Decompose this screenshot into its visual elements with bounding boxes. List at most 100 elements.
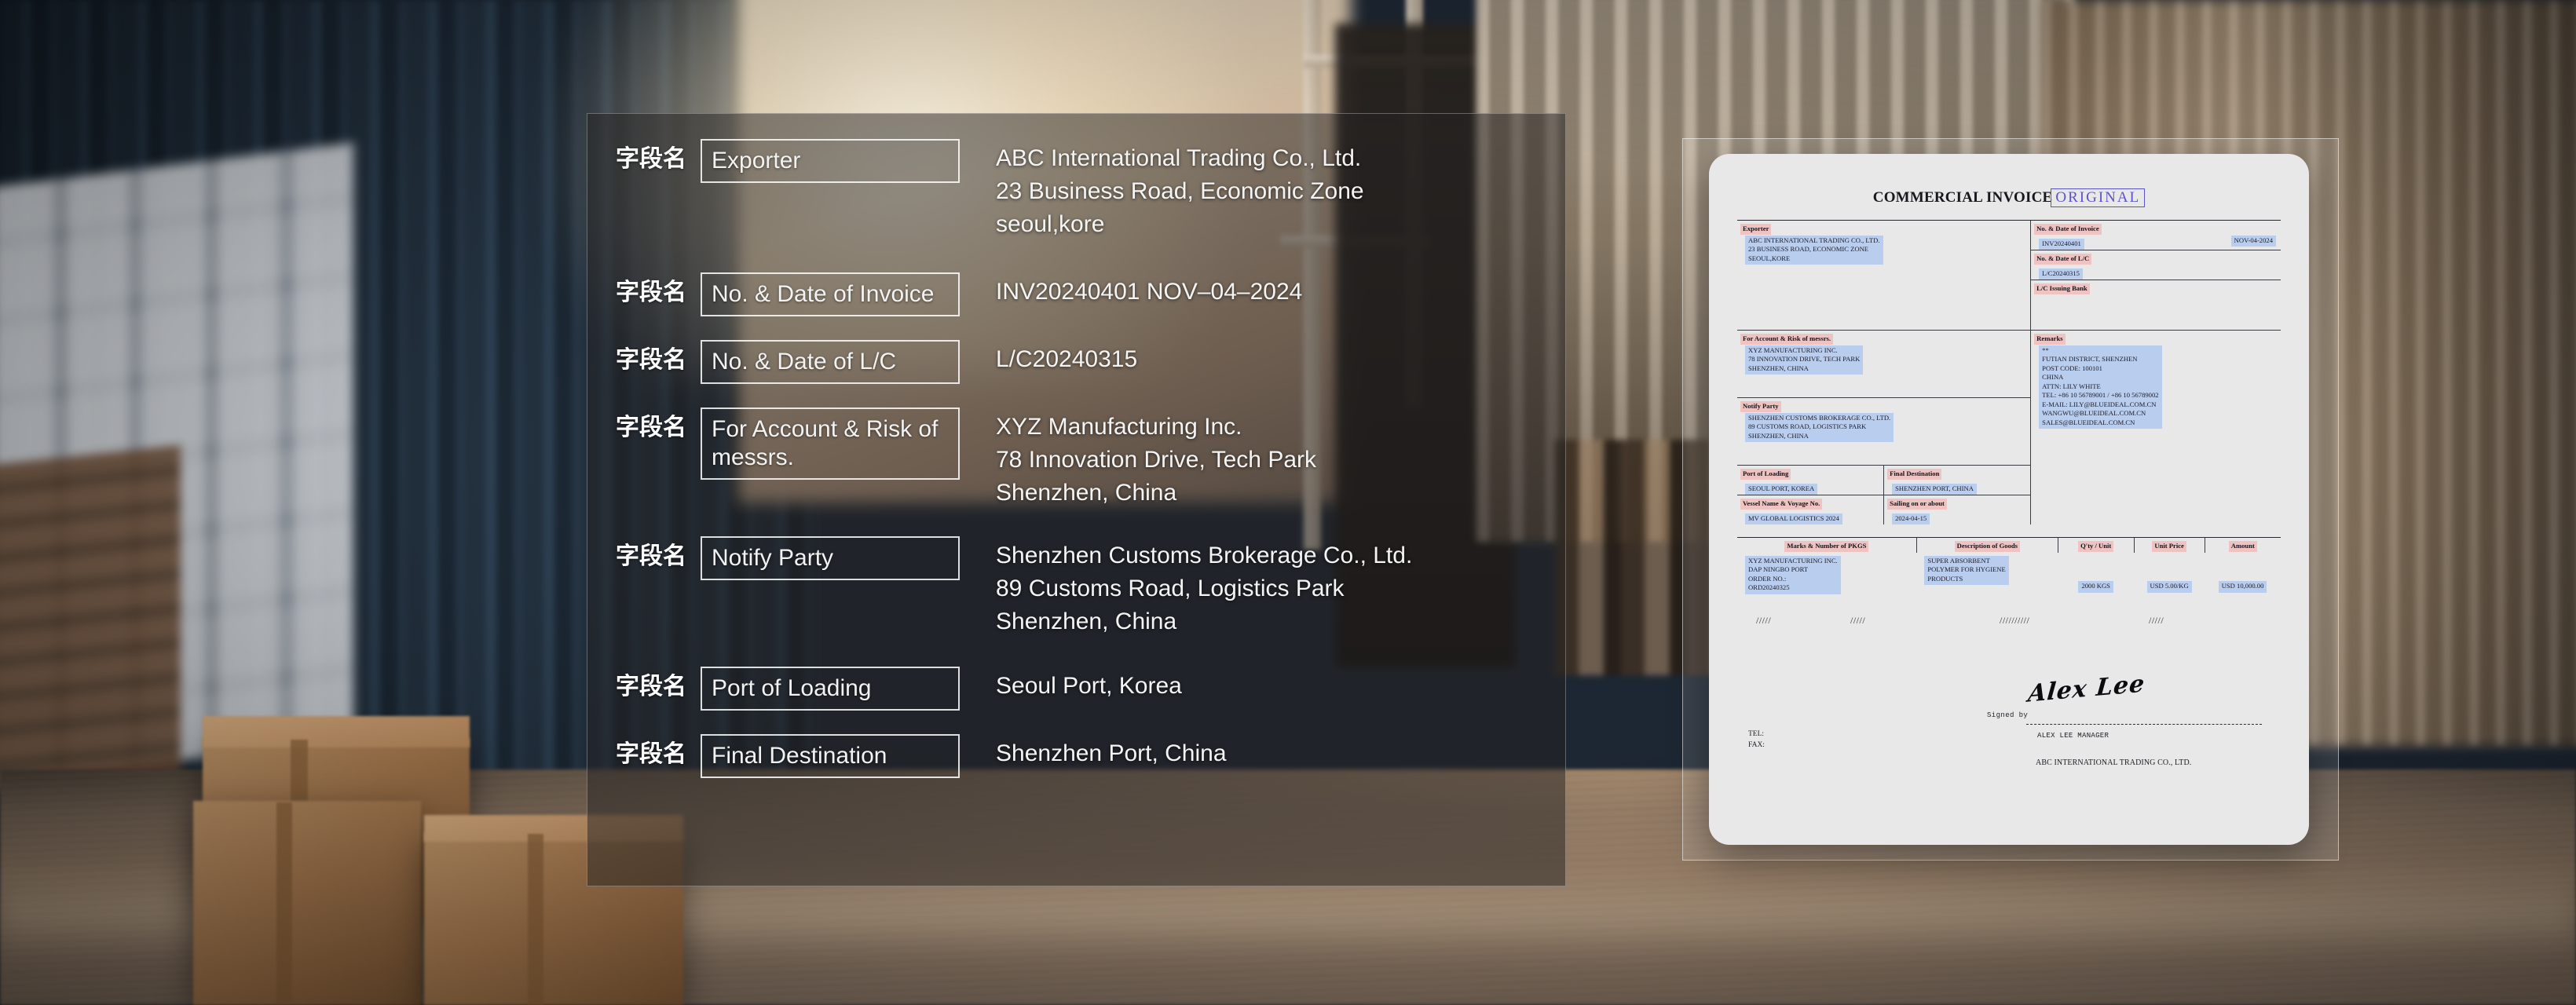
- field-name-input-notify-party[interactable]: Notify Party: [701, 536, 960, 580]
- signer-company: ABC INTERNATIONAL TRADING CO., LTD.: [2036, 758, 2192, 767]
- signature-divider: [2026, 723, 2262, 725]
- invoice-cell-notify-party: Notify Party SHENZHEN CUSTOMS BROKERAGE …: [1737, 397, 2031, 466]
- fax-label: FAX:: [1748, 740, 1765, 749]
- invoice-cell-exporter: Exporter ABC INTERNATIONAL TRADING CO., …: [1737, 220, 2031, 331]
- goods-value-qty: 2000 KGS: [2078, 581, 2113, 593]
- goods-value-marks: XYZ MANUFACTURING INC. DAP NINGBO PORT O…: [1745, 555, 1841, 594]
- field-row-lc-no[interactable]: 字段名 No. & Date of L/C L/C20240315: [616, 340, 1565, 384]
- field-name-input-account-risk[interactable]: For Account & Risk of messrs.: [701, 407, 960, 480]
- hatch-mark-3: //////////: [2000, 614, 2030, 626]
- goods-value-unit-price: USD 5.00/KG: [2146, 581, 2192, 593]
- invoice-content: COMMERCIAL INVOICE ORIGINAL Exporter ABC…: [1709, 154, 2309, 845]
- field-name-input-lc-no[interactable]: No. & Date of L/C: [701, 340, 960, 384]
- invoice-cell-lc-no: No. & Date of L/C L/C20240315: [2030, 250, 2281, 280]
- field-row-exporter[interactable]: 字段名 Exporter ABC International Trading C…: [616, 139, 1565, 241]
- original-stamp: ORIGINAL: [2051, 188, 2146, 207]
- field-value-account-risk: XYZ Manufacturing Inc. 78 Innovation Dri…: [996, 414, 1317, 506]
- goods-cell-marks: XYZ MANUFACTURING INC. DAP NINGBO PORT O…: [1737, 553, 1916, 594]
- invoice-contact-block: TEL: FAX:: [1748, 729, 1765, 751]
- goods-value-description: SUPER ABSORBENT POLYMER FOR HYGIENE PROD…: [1924, 555, 2009, 585]
- invoice-value-exporter: ABC INTERNATIONAL TRADING CO., LTD. 23 B…: [1745, 235, 1883, 265]
- invoice-value-sailing: 2024-04-15: [1892, 513, 1930, 524]
- goods-header-amount: Amount: [2204, 537, 2281, 553]
- invoice-cell-invoice-no: No. & Date of Invoice INV20240401 NOV-04…: [2030, 220, 2281, 250]
- hatch-mark-4: /////: [2149, 614, 2164, 626]
- goods-header-qty: Q'ty / Unit: [2057, 537, 2135, 553]
- invoice-cell-account-risk: For Account & Risk of messrs. XYZ MANUFA…: [1737, 330, 2031, 398]
- invoice-cell-vessel: Vessel Name & Voyage No. MV GLOBAL LOGIS…: [1737, 495, 1884, 524]
- goods-cell-unit-price: USD 5.00/KG: [2134, 553, 2205, 594]
- hatch-mark-1: /////: [1756, 614, 1772, 626]
- invoice-label-final-destination: Final Destination: [1887, 468, 1942, 480]
- field-row-invoice-no[interactable]: 字段名 No. & Date of Invoice INV20240401 NO…: [616, 272, 1565, 316]
- invoice-value-account-risk: XYZ MANUFACTURING INC. 78 INNOVATION DRI…: [1745, 345, 1864, 375]
- signer-role: ALEX LEE MANAGER: [2037, 731, 2109, 740]
- invoice-hatch-marks: ///// ///// ////////// /////: [1737, 594, 2281, 627]
- goods-table-row: XYZ MANUFACTURING INC. DAP NINGBO PORT O…: [1737, 553, 2281, 594]
- goods-cell-amount: USD 10,000.00: [2205, 553, 2281, 594]
- invoice-signature-zone: Alex Lee Signed by ALEX LEE MANAGER ABC …: [1737, 669, 2281, 787]
- field-name-input-exporter[interactable]: Exporter: [701, 139, 960, 183]
- invoice-label-invoice-no: No. & Date of Invoice: [2034, 223, 2102, 235]
- signed-by-label: Signed by: [1987, 711, 2029, 719]
- invoice-cell-ports: Port of Loading SEOUL PORT, KOREA Final …: [1737, 465, 2031, 524]
- field-value-invoice-no: INV20240401 NOV–04–2024: [996, 279, 1303, 305]
- invoice-title-row: COMMERCIAL INVOICE ORIGINAL: [1737, 182, 2281, 214]
- invoice-value-invoice-number: INV20240401: [2039, 238, 2084, 250]
- invoice-label-lc-no: No. & Date of L/C: [2034, 253, 2092, 265]
- invoice-ports-table: Port of Loading SEOUL PORT, KOREA Final …: [1737, 466, 2031, 524]
- field-label-cjk: 字段名: [616, 673, 686, 700]
- field-value-port-of-loading: Seoul Port, Korea: [996, 673, 1182, 699]
- invoice-label-notify-party: Notify Party: [1740, 400, 1781, 412]
- invoice-cell-final-destination: Final Destination SHENZHEN PORT, CHINA: [1883, 466, 2031, 495]
- goods-value-amount: USD 10,000.00: [2218, 581, 2267, 593]
- invoice-value-notify-party: SHENZHEN CUSTOMS BROKERAGE CO., LTD. 89 …: [1745, 412, 1894, 442]
- field-row-account-risk[interactable]: 字段名 For Account & Risk of messrs. XYZ Ma…: [616, 407, 1565, 510]
- invoice-goods-table: Marks & Number of PKGS Description of Go…: [1737, 537, 2281, 594]
- field-value-exporter: ABC International Trading Co., Ltd. 23 B…: [996, 145, 1364, 237]
- invoice-label-vessel: Vessel Name & Voyage No.: [1740, 498, 1823, 510]
- tel-label: TEL:: [1748, 729, 1765, 738]
- field-label-cjk: 字段名: [616, 279, 686, 306]
- field-mapping-panel: 字段名 Exporter ABC International Trading C…: [587, 113, 1566, 886]
- field-name-input-final-destination[interactable]: Final Destination: [701, 734, 960, 778]
- invoice-value-final-destination: SHENZHEN PORT, CHINA: [1892, 483, 1977, 495]
- invoice-label-sailing: Sailing on or about: [1887, 498, 1947, 510]
- field-label-cjk: 字段名: [616, 414, 686, 441]
- goods-header-description: Description of Goods: [1916, 537, 2058, 553]
- invoice-label-lc-bank: L/C Issuing Bank: [2034, 283, 2090, 294]
- invoice-cell-remarks: Remarks ** FUTIAN DISTRICT, SHENZHEN POS…: [2030, 330, 2281, 524]
- invoice-label-exporter: Exporter: [1740, 223, 1772, 235]
- field-name-input-invoice-no[interactable]: No. & Date of Invoice: [701, 272, 960, 316]
- field-value-notify-party: Shenzhen Customs Brokerage Co., Ltd. 89 …: [996, 543, 1413, 634]
- field-label-cjk: 字段名: [616, 740, 686, 768]
- goods-cell-qty: 2000 KGS: [2058, 553, 2134, 594]
- invoice-value-vessel: MV GLOBAL LOGISTICS 2024: [1745, 513, 1842, 524]
- goods-header-unit-price: Unit Price: [2133, 537, 2205, 553]
- field-label-cjk: 字段名: [616, 346, 686, 374]
- signature-handwriting: Alex Lee: [2026, 669, 2146, 708]
- invoice-header-table: Exporter ABC INTERNATIONAL TRADING CO., …: [1737, 220, 2281, 524]
- field-name-input-port-of-loading[interactable]: Port of Loading: [701, 667, 960, 711]
- field-value-lc-no: L/C20240315: [996, 346, 1138, 372]
- goods-cell-description: SUPER ABSORBENT POLYMER FOR HYGIENE PROD…: [1916, 553, 2058, 594]
- invoice-cell-port-of-loading: Port of Loading SEOUL PORT, KOREA: [1737, 466, 1884, 495]
- invoice-value-port-of-loading: SEOUL PORT, KOREA: [1745, 483, 1818, 495]
- field-row-final-destination[interactable]: 字段名 Final Destination Shenzhen Port, Chi…: [616, 734, 1565, 778]
- commercial-invoice-document[interactable]: COMMERCIAL INVOICE ORIGINAL Exporter ABC…: [1709, 154, 2309, 845]
- invoice-label-port-of-loading: Port of Loading: [1740, 468, 1791, 480]
- goods-header-marks: Marks & Number of PKGS: [1737, 537, 1917, 553]
- field-label-cjk: 字段名: [616, 145, 686, 173]
- invoice-cell-sailing: Sailing on or about 2024-04-15: [1883, 495, 2031, 524]
- invoice-cell-lc-bank: L/C Issuing Bank: [2030, 280, 2281, 331]
- field-value-final-destination: Shenzhen Port, China: [996, 740, 1227, 766]
- invoice-value-lc-no: L/C20240315: [2039, 268, 2083, 280]
- hatch-mark-2: /////: [1850, 614, 1866, 626]
- invoice-title: COMMERCIAL INVOICE: [1872, 189, 2053, 206]
- invoice-value-remarks: ** FUTIAN DISTRICT, SHENZHEN POST CODE: …: [2039, 345, 2162, 429]
- field-label-cjk: 字段名: [616, 543, 686, 570]
- invoice-label-account-risk: For Account & Risk of messrs.: [1740, 333, 1834, 345]
- field-row-notify-party[interactable]: 字段名 Notify Party Shenzhen Customs Broker…: [616, 536, 1565, 638]
- invoice-label-remarks: Remarks: [2034, 333, 2066, 345]
- field-row-port-of-loading[interactable]: 字段名 Port of Loading Seoul Port, Korea: [616, 667, 1565, 711]
